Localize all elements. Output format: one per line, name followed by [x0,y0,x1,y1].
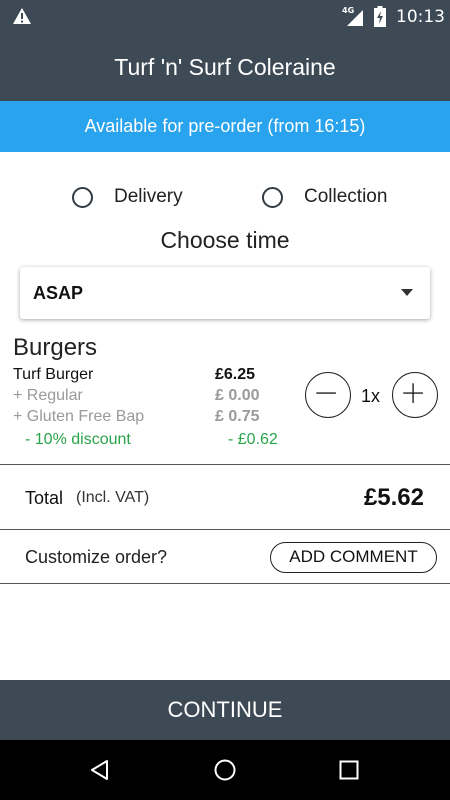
time-select-value: ASAP [33,283,84,303]
app-header: 4G 10:13 Turf 'n' Surf Coleraine [0,0,450,101]
delivery-label: Delivery [114,186,183,207]
divider [0,529,450,530]
home-icon[interactable] [213,758,237,782]
time-select[interactable]: ASAP [20,267,430,319]
minus-icon [316,392,336,394]
increase-quantity-button[interactable] [392,372,438,418]
continue-button[interactable]: CONTINUE [0,680,450,740]
category-title: Burgers [13,334,98,361]
discount-label: - 10% discount [25,431,131,448]
quantity-value: 1x [361,386,381,406]
customize-label: Customize order? [25,547,168,567]
item-price: £6.25 [215,366,256,383]
collection-option[interactable]: Collection [262,182,387,212]
preorder-banner: Available for pre-order (from 16:15) [0,101,450,152]
collection-radio[interactable] [262,186,283,208]
discount-amount: - £0.62 [228,431,278,448]
plus-icon [403,383,423,403]
back-icon[interactable] [88,758,112,782]
page-title: Turf 'n' Surf Coleraine [114,54,336,80]
total-label: Total [25,488,64,508]
option-label: + Gluten Free Bap [13,408,145,425]
decrease-quantity-button[interactable] [305,372,351,418]
item-name: Turf Burger [13,366,94,383]
signal-icon [347,10,363,26]
option-label: + Regular [13,387,83,404]
delivery-option[interactable]: Delivery [72,182,183,212]
collection-label: Collection [304,186,388,207]
add-comment-button[interactable]: ADD COMMENT [270,542,437,573]
total-vat-note: (Incl. VAT) [76,489,150,506]
warning-icon [13,8,31,24]
option-price: £ 0.00 [215,387,260,404]
delivery-radio[interactable] [72,186,93,208]
recents-icon[interactable] [337,758,361,782]
divider [0,464,450,465]
divider [0,583,450,584]
choose-time-heading: Choose time [160,227,290,253]
option-price: £ 0.75 [215,408,260,425]
total-value: £5.62 [363,484,424,511]
dropdown-arrow-icon [401,289,413,296]
system-nav-bar [0,740,450,800]
status-bar: 4G 10:13 [0,0,450,32]
status-time: 10:13 [396,7,445,27]
battery-icon [374,6,386,27]
